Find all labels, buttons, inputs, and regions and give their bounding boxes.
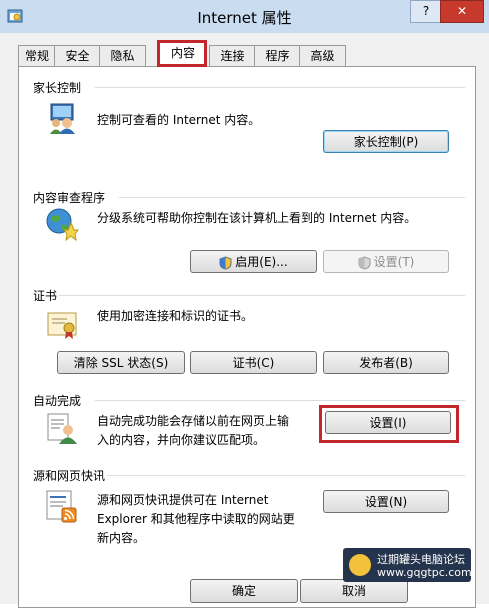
ok-button[interactable]: 确定 [190,579,298,603]
feeds-section-title: 源和网页快讯 [33,469,106,483]
site-watermark: 过期罐头电脑论坛 www.gqgtpc.com [343,548,472,582]
autocomplete-section-title: 自动完成 [33,394,82,408]
advisor-description: 分级系统可帮助你控制在该计算机上看到的 Internet 内容。 [97,211,417,225]
parental-controls-button[interactable]: 家长控制(P) [323,130,449,153]
feeds-settings-button[interactable]: 设置(N) [323,490,449,513]
tab-security[interactable]: 安全 [54,45,101,66]
advisor-enable-label: 启用(E)... [235,255,288,269]
watermark-logo-icon [349,554,371,576]
cancel-button[interactable]: 取消 [300,579,408,603]
section-divider [107,475,465,476]
autocomplete-icon [47,413,77,444]
parental-section-title: 家长控制 [33,81,82,95]
certificates-description: 使用加密连接和标识的证书。 [97,309,254,323]
feeds-description-line2: Explorer 和其他程序中读取的网站更 [97,512,295,526]
tab-content[interactable]: 内容 [159,42,207,67]
certificates-section-title: 证书 [33,289,58,303]
content-advisor-globe-icon [46,208,79,241]
advisor-section-title: 内容审查程序 [33,191,106,205]
title-bar: Internet 属性 ? ✕ [0,0,489,33]
watermark-url: www.gqgtpc.com [377,566,472,579]
autocomplete-description-line1: 自动完成功能会存储以前在网页上输 [97,414,290,428]
tab-privacy[interactable]: 隐私 [99,45,146,66]
tab-programs[interactable]: 程序 [254,45,301,66]
feeds-description-line1: 源和网页快讯提供可在 Internet [97,493,269,507]
watermark-forum-name: 过期罐头电脑论坛 [377,553,465,566]
autocomplete-description-line2: 入的内容，并向你建议匹配项。 [97,433,266,447]
advisor-settings-button[interactable]: 设置(T) [323,250,449,273]
uac-shield-icon [358,255,371,270]
feeds-description: 源和网页快讯提供可在 Internet Explorer 和其他程序中读取的网站… [97,491,295,548]
content-tab-panel: 家长控制 控制可查看的 Internet 内容。 家长控制(P) 内容审查程序 … [18,66,476,608]
close-button[interactable]: ✕ [440,0,484,23]
autocomplete-description: 自动完成功能会存储以前在网页上输 入的内容，并向你建议匹配项。 [97,412,289,450]
uac-shield-icon [219,255,232,270]
tab-advanced[interactable]: 高级 [299,45,346,66]
section-divider [95,400,465,401]
section-divider [119,197,465,198]
tab-general[interactable]: 常规 [18,45,56,66]
parental-controls-icon [50,103,75,134]
autocomplete-settings-highlight [319,405,459,443]
section-divider [95,87,465,88]
section-divider [59,295,465,296]
dialog-body: 常规 安全 隐私 内容 连接 程序 高级 家长控制 控制可查看的 Interne… [0,33,489,608]
tab-connections[interactable]: 连接 [209,45,256,66]
feeds-description-line3: 新内容。 [97,531,146,545]
help-button[interactable]: ? [410,0,442,23]
publishers-button[interactable]: 发布者(B) [323,351,449,374]
advisor-settings-label: 设置(T) [373,255,415,269]
parental-description: 控制可查看的 Internet 内容。 [97,113,261,127]
advisor-enable-button[interactable]: 启用(E)... [190,250,317,273]
feeds-icon [46,490,77,523]
certificates-button[interactable]: 证书(C) [190,351,317,374]
clear-ssl-state-button[interactable]: 清除 SSL 状态(S) [57,351,185,374]
certificate-icon [47,312,77,339]
